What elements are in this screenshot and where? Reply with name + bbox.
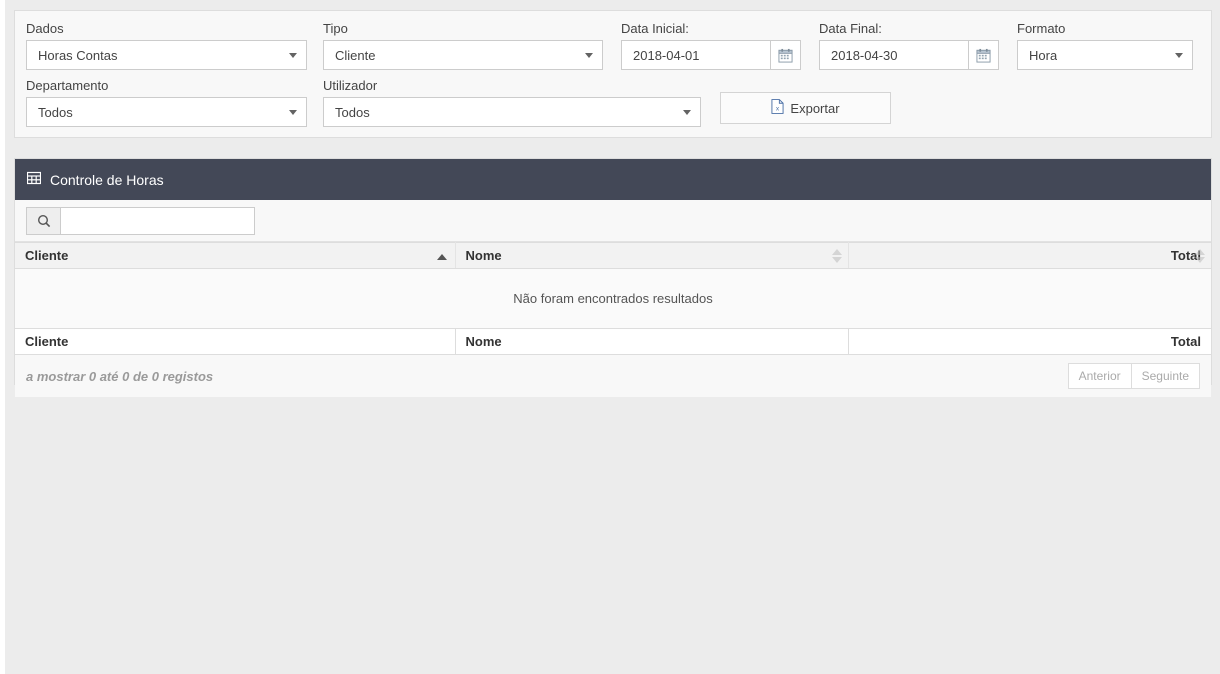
empty-state-message: Não foram encontrados resultados <box>15 268 1211 329</box>
records-info: a mostrar 0 até 0 de 0 registos <box>26 368 214 384</box>
select-dados-value: Horas Contas <box>38 47 118 63</box>
grid-toolbar <box>15 200 1211 242</box>
label-dados: Dados <box>26 21 64 36</box>
pagination-next-button[interactable]: Seguinte <box>1131 363 1200 389</box>
column-header-cliente-label: Cliente <box>25 248 69 263</box>
footer-column-cliente: Cliente <box>15 328 456 355</box>
label-formato: Formato <box>1017 21 1066 36</box>
sort-ascending-icon <box>436 253 447 260</box>
export-button[interactable]: x Exportar <box>720 92 891 124</box>
export-button-label: Exportar <box>790 100 840 116</box>
field-data-final: Data Final: 2018-04-30 <box>819 21 999 70</box>
field-dados: Dados Horas Contas <box>26 21 307 70</box>
table-foot: Cliente Nome Total <box>15 328 1211 355</box>
field-data-inicial: Data Inicial: 2018-04-01 <box>621 21 801 70</box>
table-header-row: Cliente Nome Total <box>15 242 1211 269</box>
chevron-down-icon <box>289 110 297 115</box>
field-departamento: Departamento Todos <box>26 78 307 127</box>
pagination-previous-button[interactable]: Anterior <box>1067 363 1132 389</box>
file-excel-icon: x <box>771 99 784 117</box>
select-departamento-value: Todos <box>38 104 73 120</box>
table-footer-row: Cliente Nome Total <box>15 328 1211 355</box>
select-departamento[interactable]: Todos <box>26 97 307 127</box>
sort-none-icon <box>831 248 842 263</box>
sort-none-icon <box>1195 248 1205 263</box>
select-formato[interactable]: Hora <box>1017 40 1193 70</box>
chevron-down-icon <box>683 110 691 115</box>
page-root: Dados Horas Contas Tipo Cliente Data Ini… <box>0 0 1220 674</box>
chevron-down-icon <box>289 53 297 58</box>
select-formato-value: Hora <box>1029 47 1058 63</box>
panel-title: Controle de Horas <box>50 171 164 188</box>
calendar-icon[interactable] <box>968 41 998 69</box>
footer-column-total: Total <box>848 328 1211 355</box>
search-input[interactable] <box>60 206 255 235</box>
table-body: Não foram encontrados resultados <box>15 268 1211 329</box>
date-input-data-final[interactable]: 2018-04-30 <box>819 40 999 70</box>
field-utilizador: Utilizador Todos <box>323 78 701 127</box>
label-data-final: Data Final: <box>819 21 882 36</box>
column-header-nome[interactable]: Nome <box>455 242 849 269</box>
controle-de-horas-panel: Controle de Horas Cliente Nome Total Não… <box>14 158 1212 397</box>
field-formato: Formato Hora <box>1017 21 1193 70</box>
field-tipo: Tipo Cliente <box>323 21 603 70</box>
select-dados[interactable]: Horas Contas <box>26 40 307 70</box>
table-head: Cliente Nome Total <box>15 242 1211 269</box>
empty-state-row: Não foram encontrados resultados <box>15 268 1211 329</box>
column-header-cliente[interactable]: Cliente <box>15 242 456 269</box>
select-tipo[interactable]: Cliente <box>323 40 603 70</box>
select-utilizador-value: Todos <box>335 104 370 120</box>
label-utilizador: Utilizador <box>323 78 378 93</box>
label-data-inicial: Data Inicial: <box>621 21 689 36</box>
label-tipo: Tipo <box>323 21 348 36</box>
footer-column-nome: Nome <box>455 328 849 355</box>
pagination: Anterior Seguinte <box>1067 363 1200 389</box>
grid-footer: a mostrar 0 até 0 de 0 registos Anterior… <box>15 355 1211 397</box>
panel-header: Controle de Horas <box>15 159 1211 200</box>
column-header-total[interactable]: Total <box>848 242 1211 269</box>
label-departamento: Departamento <box>26 78 109 93</box>
select-tipo-value: Cliente <box>335 47 376 63</box>
data-final-value: 2018-04-30 <box>831 47 898 63</box>
results-table: Cliente Nome Total Não foram encontrados… <box>15 242 1211 355</box>
select-utilizador[interactable]: Todos <box>323 97 701 127</box>
chevron-down-icon <box>585 53 593 58</box>
column-header-nome-label: Nome <box>465 248 502 263</box>
filter-panel: Dados Horas Contas Tipo Cliente Data Ini… <box>14 10 1212 138</box>
date-input-data-inicial[interactable]: 2018-04-01 <box>621 40 801 70</box>
chevron-down-icon <box>1175 53 1183 58</box>
calendar-icon[interactable] <box>770 41 800 69</box>
search-group <box>26 206 255 235</box>
data-inicial-value: 2018-04-01 <box>633 47 700 63</box>
page-canvas: Dados Horas Contas Tipo Cliente Data Ini… <box>5 0 1220 674</box>
table-grid-icon <box>26 171 42 188</box>
search-icon[interactable] <box>26 206 60 235</box>
